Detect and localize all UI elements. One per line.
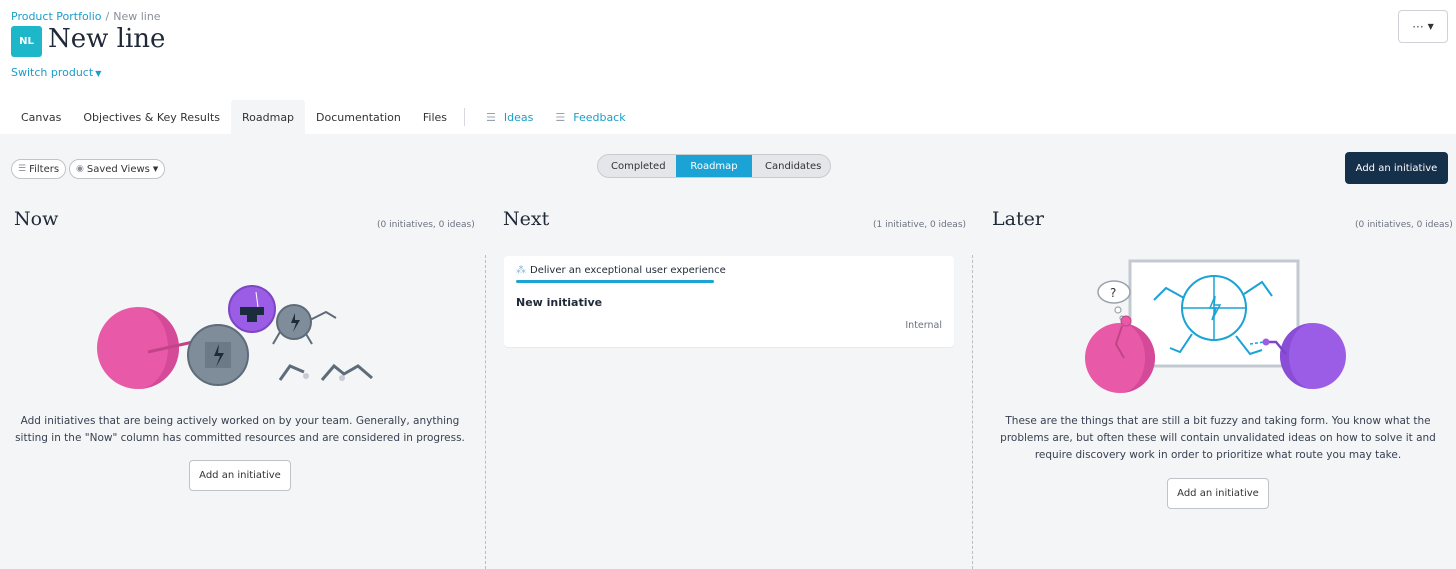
more-dots-icon: ··· — [1412, 19, 1424, 34]
later-column-title: Later — [992, 208, 1044, 230]
product-logo: NL — [11, 26, 42, 57]
next-column-count: (1 initiative, 0 ideas) — [873, 220, 967, 230]
later-column-count: (0 initiatives, 0 ideas) — [1355, 220, 1453, 230]
product-tabs: Canvas Objectives & Key Results Roadmap … — [10, 100, 637, 134]
filter-icon: ☰ — [18, 164, 27, 174]
page-title: New line — [48, 24, 166, 54]
objective-icon: ⁂ — [516, 265, 526, 276]
objective-progress-bar — [516, 280, 714, 283]
column-divider — [972, 255, 973, 569]
caret-down-icon: ▼ — [1427, 22, 1434, 31]
tab-divider — [464, 108, 465, 126]
now-column-description: Add initiatives that are being actively … — [15, 415, 465, 444]
view-toggle: Completed Roadmap Candidates — [597, 154, 831, 178]
breadcrumb-current: New line — [113, 10, 161, 23]
robot-joint — [303, 373, 309, 379]
breadcrumb: Product Portfolio / New line — [11, 10, 161, 23]
tab-ideas[interactable]: ☰ Ideas — [475, 100, 544, 134]
tab-feedback-label: Feedback — [573, 110, 626, 124]
saved-views-label: Saved Views — [86, 163, 150, 175]
filters-label: Filters — [29, 163, 60, 175]
purple-ball-hand — [1262, 338, 1270, 346]
filter-lines-icon: ☰ — [555, 110, 566, 124]
next-column-title: Next — [503, 208, 550, 230]
now-illustration — [97, 285, 373, 389]
thought-dot — [1114, 306, 1122, 314]
robot-joint — [339, 375, 345, 381]
question-mark-icon: ? — [1110, 286, 1116, 300]
pink-ball-hand — [1120, 315, 1132, 327]
view-completed[interactable]: Completed — [598, 155, 676, 177]
tab-ideas-label: Ideas — [503, 110, 534, 124]
header: Product Portfolio / New line NL New line S… — [0, 0, 1456, 134]
switch-product-dropdown[interactable]: Switch product ▼ — [11, 66, 101, 79]
view-roadmap[interactable]: Roadmap — [676, 155, 752, 177]
tab-documentation[interactable]: Documentation — [305, 100, 412, 134]
saved-views-dropdown[interactable]: ◉ Saved Views ▼ — [69, 159, 166, 179]
caret-down-icon: ▼ — [95, 69, 102, 78]
later-illustration: ? — [1085, 259, 1346, 393]
now-column-title: Now — [14, 208, 59, 230]
card-objective-label: Deliver an exceptional user experience — [530, 265, 726, 276]
tab-files[interactable]: Files — [412, 100, 458, 134]
breadcrumb-parent-link[interactable]: Product Portfolio — [11, 10, 102, 23]
filter-lines-icon: ☰ — [486, 110, 496, 124]
tab-feedback[interactable]: ☰ Feedback — [544, 100, 636, 134]
card-objective[interactable]: ⁂ Deliver an exceptional user experience — [516, 265, 726, 276]
now-add-initiative-button[interactable]: Add an initiative — [189, 460, 291, 491]
anvil-base — [247, 315, 257, 322]
view-candidates[interactable]: Candidates — [752, 155, 830, 177]
breadcrumb-separator: / — [105, 10, 110, 23]
anvil-icon — [240, 307, 264, 315]
later-column-description: These are the things that are still a bi… — [1000, 415, 1436, 461]
card-tag: Internal — [905, 320, 942, 331]
add-initiative-button[interactable]: Add an initiative — [1345, 152, 1448, 184]
tab-okr[interactable]: Objectives & Key Results — [72, 100, 231, 134]
column-divider — [485, 255, 486, 569]
initiative-card[interactable]: ⁂ Deliver an exceptional user experience … — [504, 256, 954, 347]
more-actions-button[interactable]: ··· ▼ — [1398, 10, 1448, 43]
switch-product-label: Switch product — [11, 66, 94, 79]
eye-icon: ◉ — [76, 164, 84, 174]
filters-button[interactable]: ☰ Filters — [11, 159, 67, 179]
now-column-count: (0 initiatives, 0 ideas) — [377, 220, 475, 230]
card-title: New initiative — [516, 296, 603, 309]
later-add-initiative-button[interactable]: Add an initiative — [1167, 478, 1269, 509]
tab-canvas[interactable]: Canvas — [10, 100, 72, 134]
caret-down-icon: ▼ — [152, 165, 159, 173]
scattered-robot-legs — [278, 363, 373, 381]
tab-roadmap[interactable]: Roadmap — [231, 100, 306, 134]
